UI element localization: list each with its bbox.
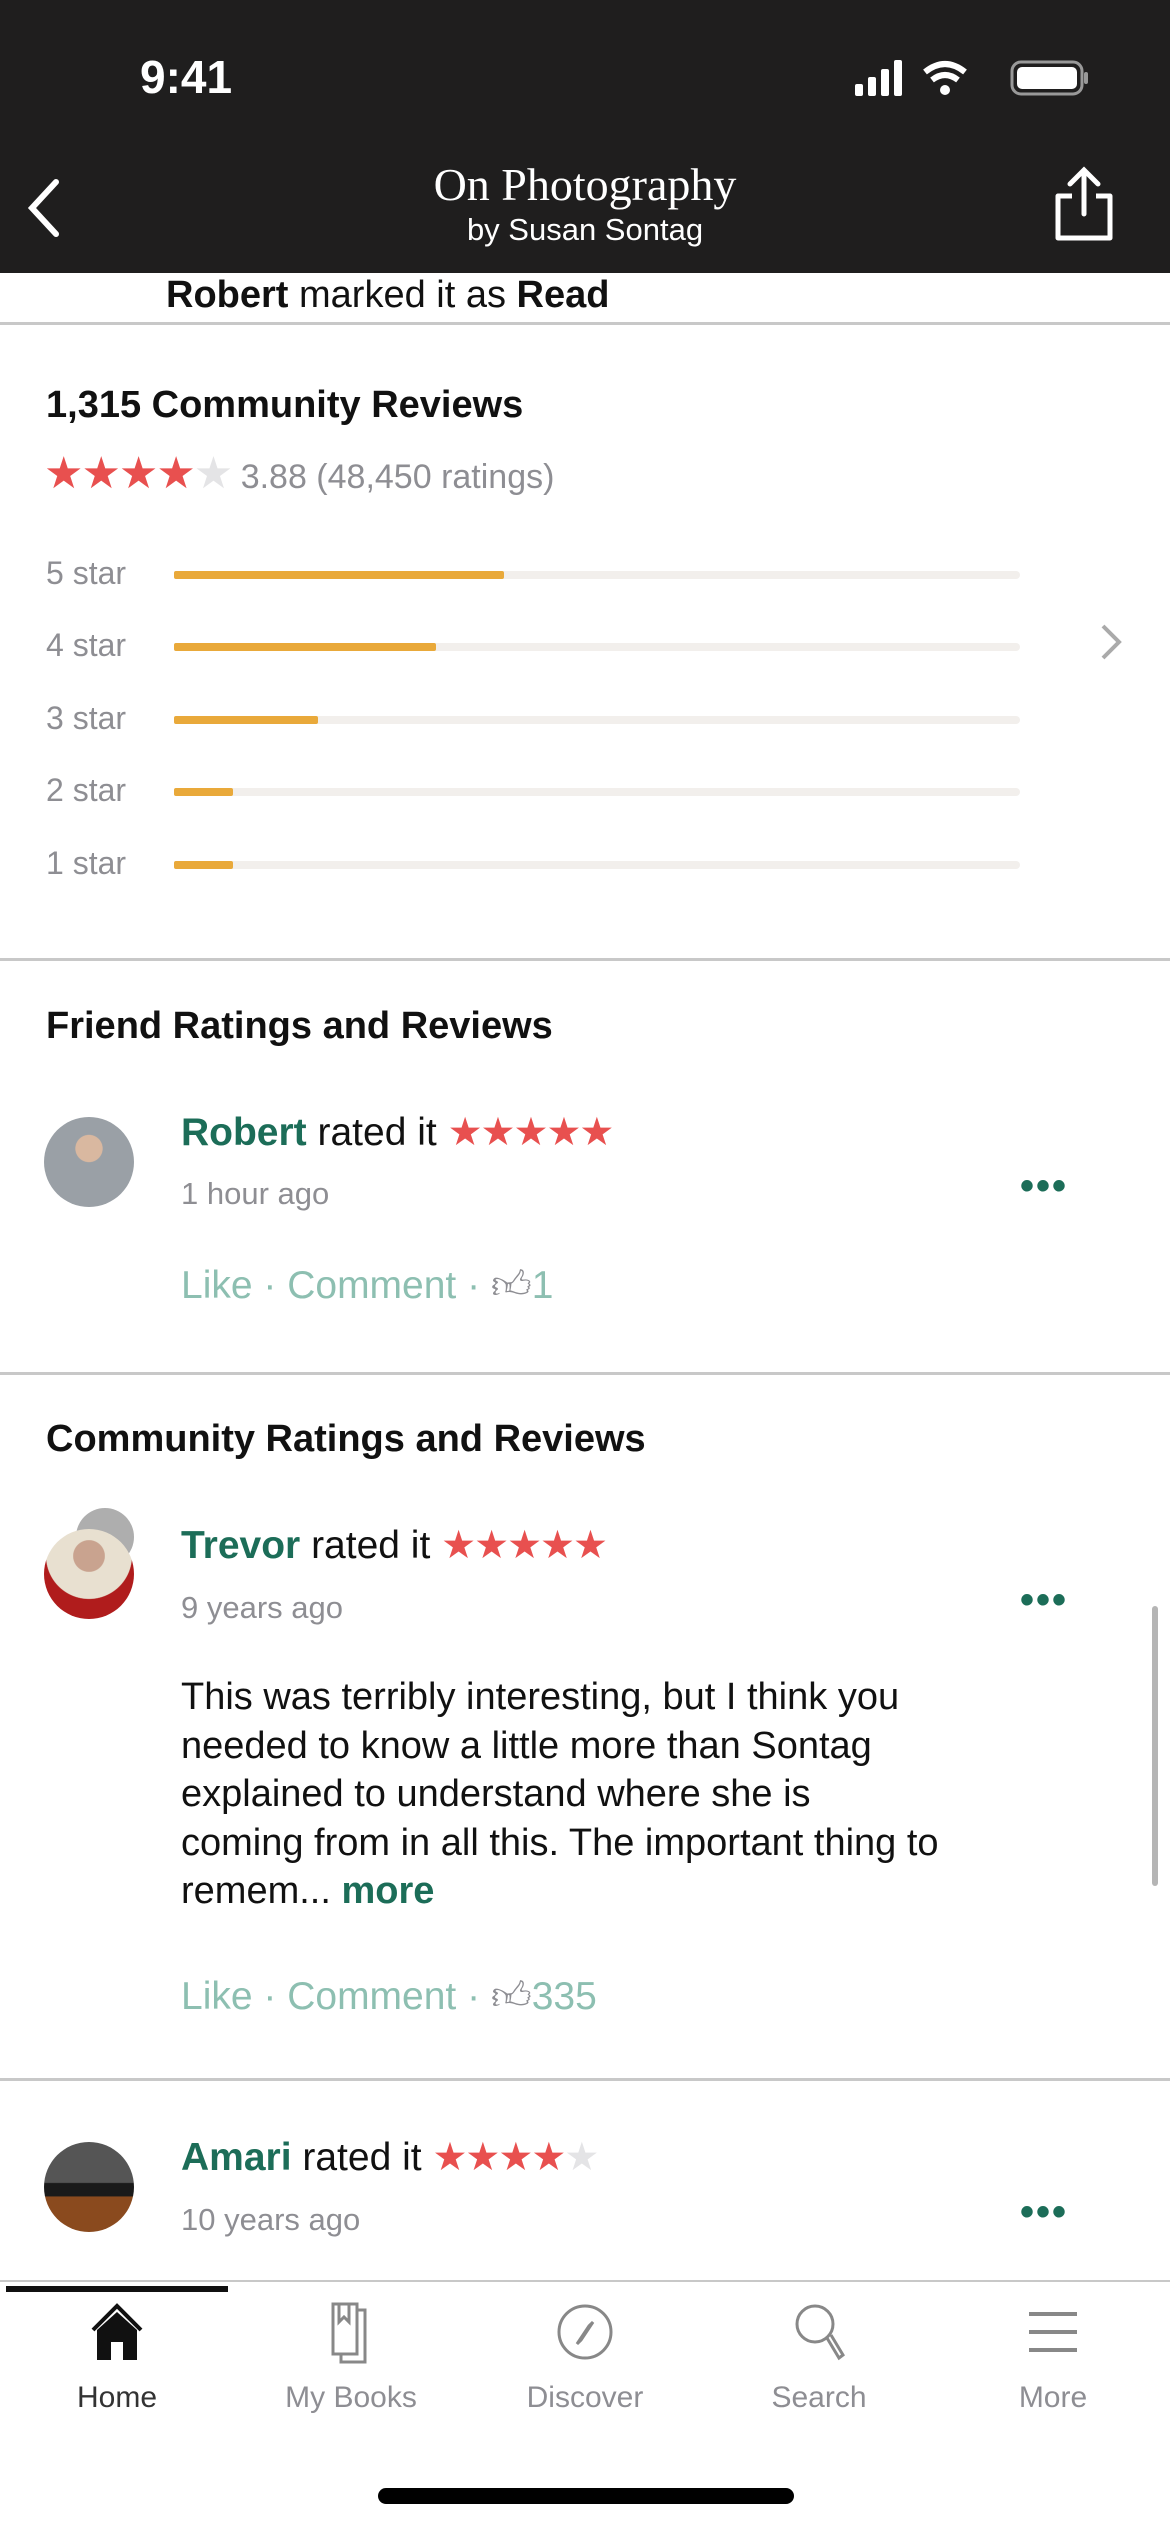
more-options-icon[interactable]: •••: [1020, 1166, 1068, 1206]
like-button[interactable]: Like: [181, 1975, 253, 2018]
review-actions: Like · Comment · 👍︎1: [181, 1264, 554, 1307]
thumbs-up-icon: 👍︎: [490, 1264, 532, 1307]
avatar[interactable]: [44, 1529, 134, 1619]
rating-bar-fill: [174, 716, 318, 724]
rating-bar-track: [174, 716, 1020, 724]
avatar[interactable]: [44, 1117, 134, 1207]
status-time: 9:41: [140, 51, 233, 103]
active-tab-indicator: [6, 2286, 228, 2292]
rating-bar-track: [174, 861, 1020, 869]
tab-discover[interactable]: Discover: [468, 2300, 702, 2415]
tab-search[interactable]: Search: [702, 2300, 936, 2415]
reviewer-name[interactable]: Amari: [181, 2136, 292, 2179]
share-icon[interactable]: [1052, 166, 1116, 244]
menu-icon: [1029, 2312, 1077, 2352]
comment-button[interactable]: Comment: [287, 1264, 456, 1307]
books-icon: [331, 2302, 367, 2364]
average-rating: ★★★★★ 3.88 (48,450 ratings): [44, 449, 555, 498]
star-label: 3 star: [46, 700, 127, 736]
divider: [0, 958, 1170, 961]
divider: [0, 322, 1170, 325]
star-label: 1 star: [46, 845, 127, 881]
friend-reviews-heading: Friend Ratings and Reviews: [46, 1005, 553, 1047]
search-icon: [795, 2304, 845, 2361]
rating-line: Trevor rated it ★★★★★: [181, 1524, 608, 1567]
compass-icon: [557, 2304, 613, 2360]
rating-bar-track: [174, 571, 1020, 579]
rating-bar-fill: [174, 643, 437, 651]
tab-label: Home: [76, 2381, 158, 2414]
home-icon: [91, 2303, 143, 2360]
header: 9:41 On Photography by Susan Sontag: [0, 0, 1170, 273]
rating-bar-fill: [174, 788, 234, 796]
community-ratings-heading: Community Ratings and Reviews: [46, 1418, 646, 1460]
tab-label: My Books: [285, 2381, 417, 2414]
review-time: 1 hour ago: [181, 1176, 330, 1211]
avatar[interactable]: [44, 2142, 134, 2232]
rating-line: Amari rated it ★★★★★: [181, 2136, 599, 2179]
rating-bar-fill: [174, 861, 234, 869]
status-icons: [855, 60, 1088, 96]
book-author: by Susan Sontag: [466, 212, 704, 247]
rating-stars: ★★★★★: [441, 1524, 608, 1567]
more-link[interactable]: more: [341, 1870, 434, 1912]
rating-bar-track: [174, 788, 1020, 796]
tab-label: Search: [771, 2381, 867, 2414]
divider: [0, 1372, 1170, 1375]
review-time: 10 years ago: [181, 2202, 361, 2237]
home-indicator: [378, 2488, 794, 2504]
like-count: 335: [531, 1975, 597, 2018]
rating-stars: ★★★★★: [447, 1111, 615, 1154]
more-options-icon[interactable]: •••: [1020, 2192, 1068, 2232]
like-button[interactable]: Like: [181, 1264, 253, 1307]
review-time: 9 years ago: [181, 1590, 343, 1625]
tab-my-books[interactable]: My Books: [234, 2300, 468, 2415]
like-count: 1: [531, 1264, 554, 1307]
reviewer-name[interactable]: Trevor: [181, 1524, 300, 1567]
review-text: This was terribly interesting, but I thi…: [181, 1676, 939, 1912]
more-options-icon[interactable]: •••: [1020, 1580, 1068, 1620]
rating-stars: ★★★★★: [432, 2136, 599, 2179]
star-label: 5 star: [46, 555, 127, 591]
activity-line: Robert marked it as Read: [166, 274, 610, 316]
chevron-right-icon[interactable]: [1098, 622, 1124, 662]
tab-label: Discover: [526, 2381, 644, 2414]
rating-line: Robert rated it ★★★★★: [181, 1111, 615, 1154]
scrollbar[interactable]: [1152, 1606, 1158, 1886]
review-actions: Like · Comment · 👍︎335: [181, 1975, 597, 2018]
tab-more[interactable]: More: [936, 2300, 1170, 2415]
reviewer-name[interactable]: Robert: [181, 1111, 307, 1154]
rating-bar-fill: [174, 571, 504, 579]
star-label: 2 star: [46, 772, 127, 808]
rating-stars: ★★★★★: [44, 449, 233, 498]
star-label: 4 star: [46, 627, 127, 663]
thumbs-up-icon: 👍︎: [490, 1975, 532, 2018]
community-reviews-heading: 1,315 Community Reviews: [46, 384, 524, 426]
rating-bar-track: [174, 643, 1020, 651]
tab-label: More: [1018, 2381, 1088, 2414]
divider: [0, 2078, 1170, 2081]
book-title: On Photography: [433, 159, 737, 210]
tab-home[interactable]: Home: [0, 2300, 234, 2415]
comment-button[interactable]: Comment: [287, 1975, 456, 2018]
